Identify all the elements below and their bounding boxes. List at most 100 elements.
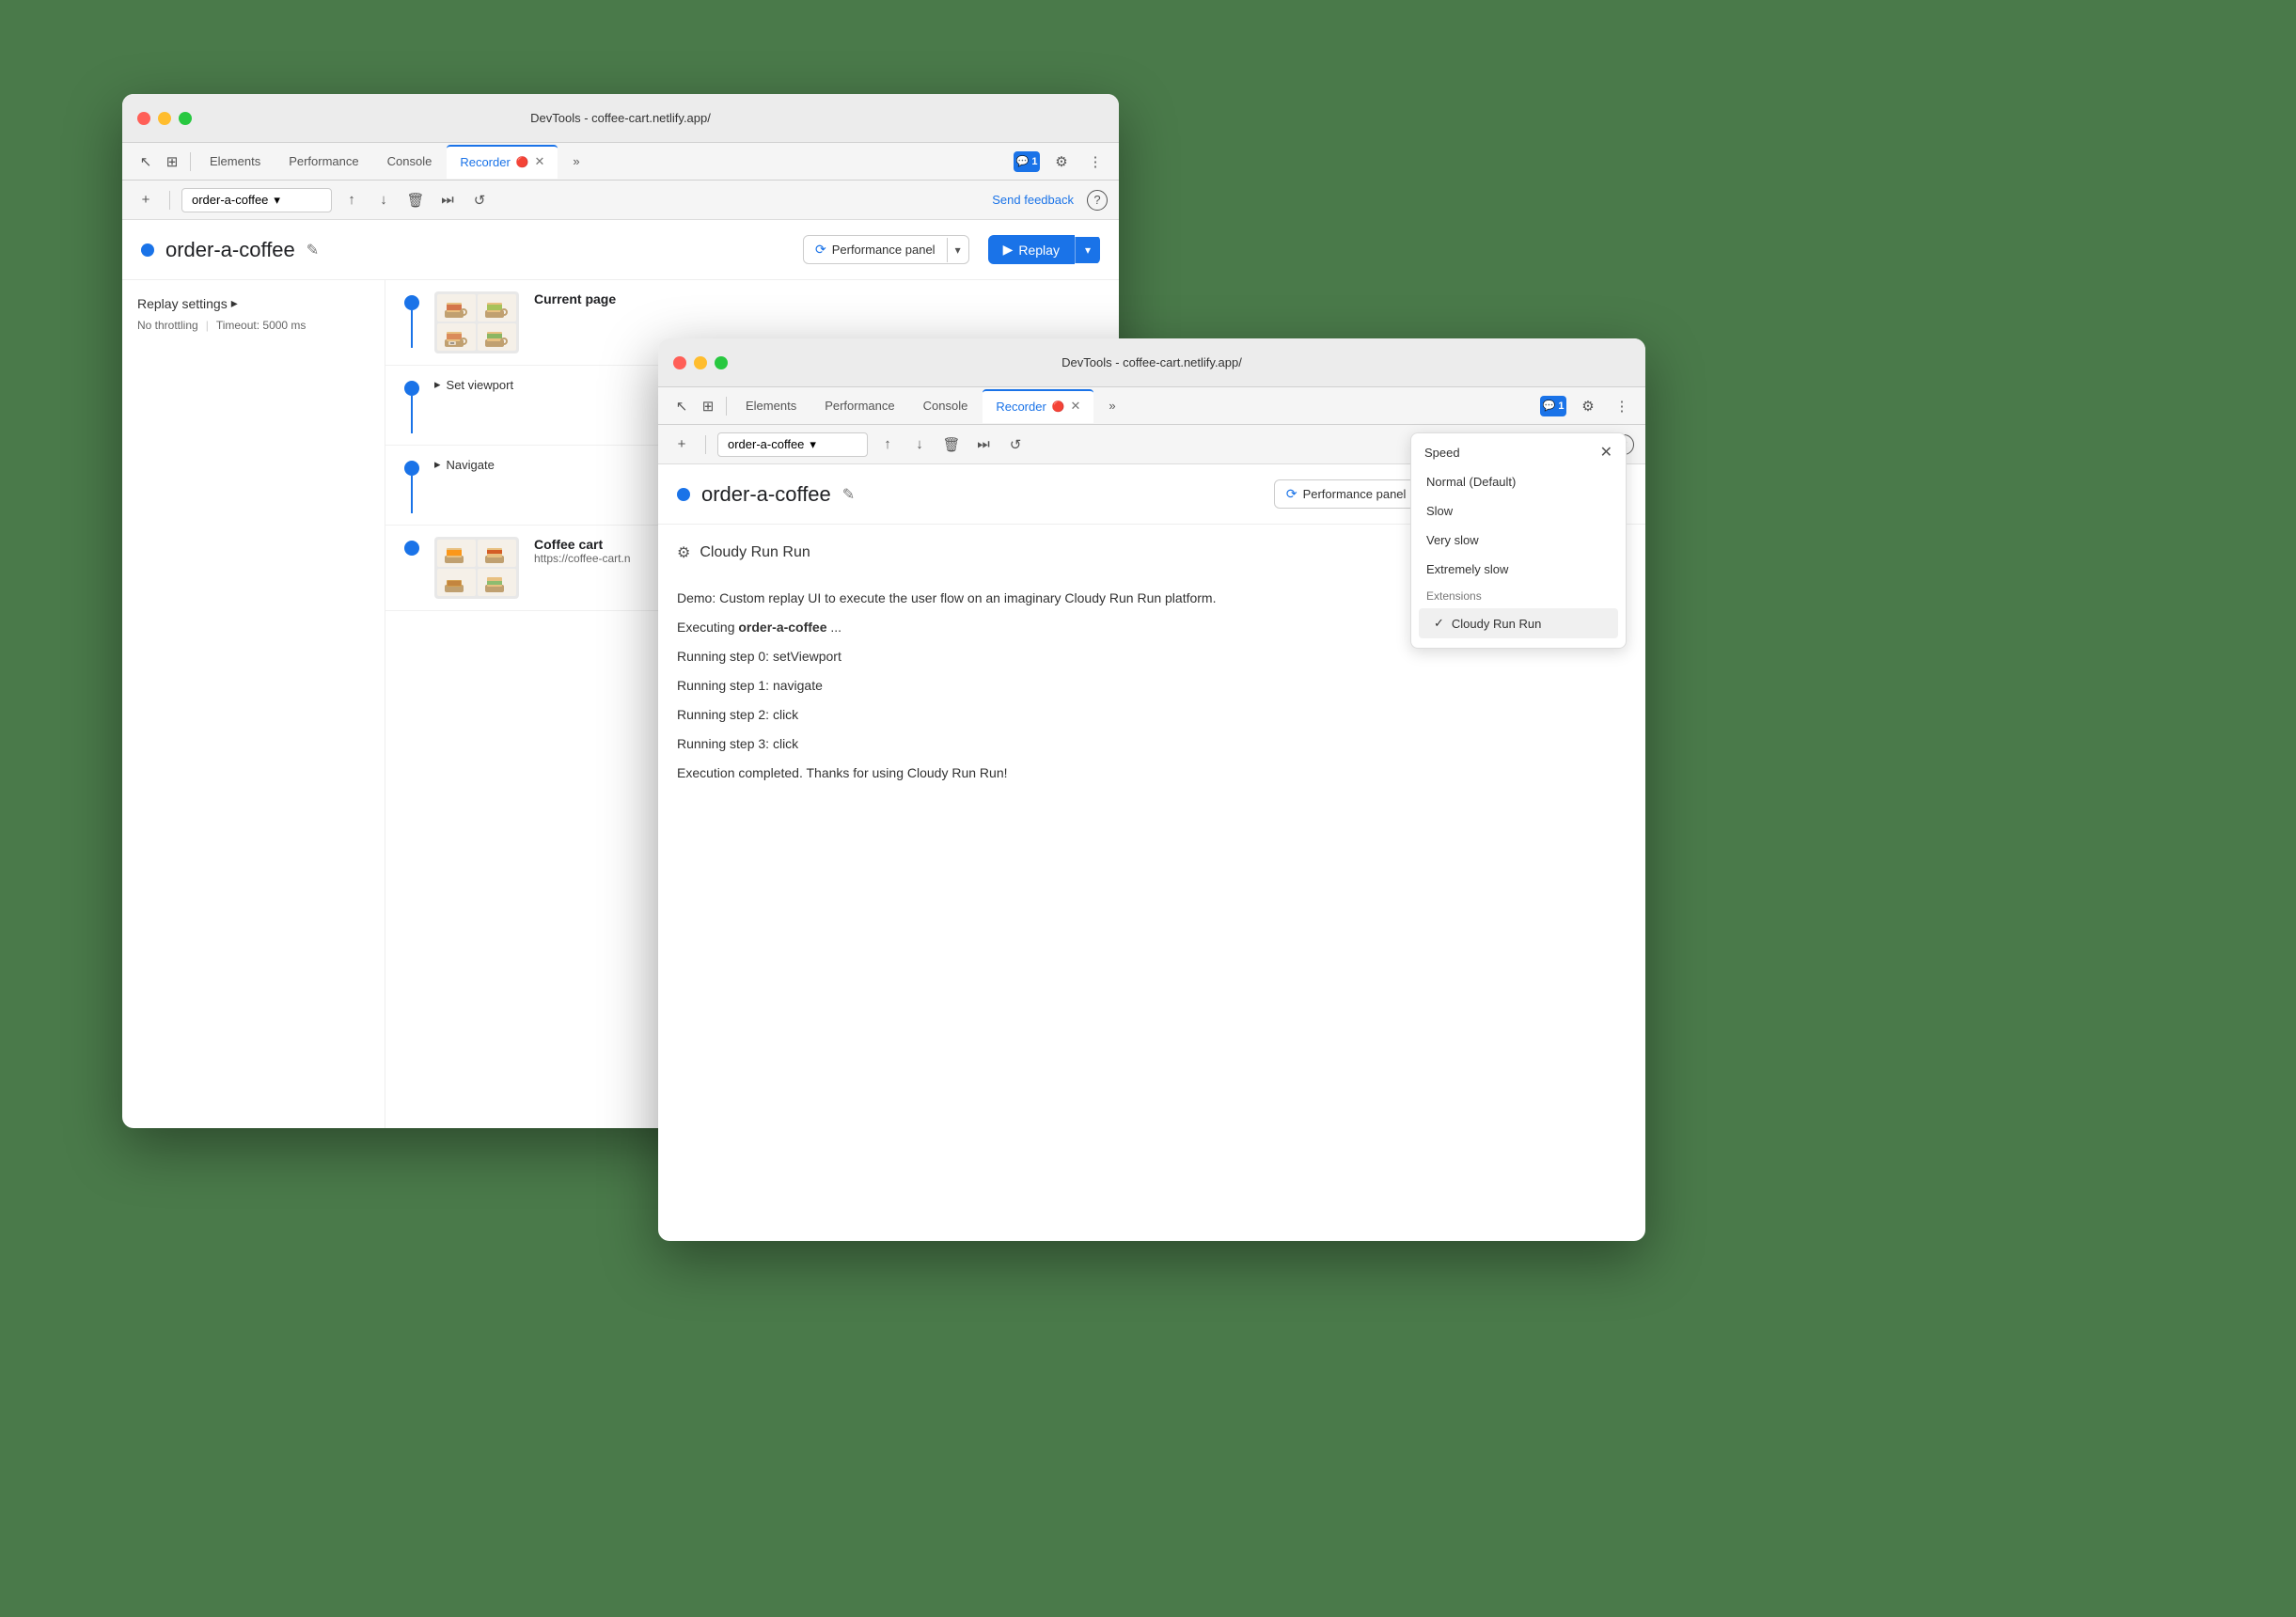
chat-badge-2[interactable]: 💬 1	[1540, 396, 1566, 416]
speed-dropdown-header: Speed ✕	[1411, 433, 1626, 467]
edit-icon-1[interactable]: ✎	[307, 241, 319, 259]
output-completed: Execution completed. Thanks for using Cl…	[677, 763, 1627, 783]
minimize-button-2[interactable]	[694, 356, 707, 369]
window-controls-2	[673, 356, 728, 369]
more-icon-1[interactable]: ⋮	[1083, 149, 1108, 174]
step-thumbnail-2	[434, 537, 519, 599]
refresh-btn-1[interactable]: ↺	[467, 188, 492, 212]
gear-icon-cloudy: ⚙	[677, 543, 690, 562]
titlebar-2: DevTools - coffee-cart.netlify.app/	[658, 338, 1645, 387]
new-recording-btn[interactable]: +	[134, 188, 158, 212]
executing-bold: order-a-coffee	[738, 620, 826, 635]
tab-recorder-2[interactable]: Recorder 🔴 ✕	[983, 389, 1093, 423]
replay-btn-group-1: ▶ Replay ▾	[988, 235, 1100, 264]
output-step1: Running step 1: navigate	[677, 676, 1627, 696]
performance-panel-btn-1[interactable]: ⟳ Performance panel ▾	[803, 235, 969, 264]
output-step3: Running step 3: click	[677, 734, 1627, 754]
check-icon: ✓	[1434, 616, 1444, 631]
toolbar-row-1: + order-a-coffee ▾ ↑ ↓ 🗑 ⏭ ↺ Send feedba…	[122, 181, 1119, 220]
recording-header-1: order-a-coffee ✎ ⟳ Performance panel ▾ ▶…	[122, 220, 1119, 280]
tab-performance-2[interactable]: Performance	[811, 389, 907, 423]
step-dot-2	[404, 381, 419, 396]
pointer-tool[interactable]: ↖	[134, 149, 158, 174]
dropdown-arrow-1: ▾	[274, 193, 280, 208]
recording-name-text-1: order-a-coffee	[192, 193, 268, 207]
import-btn-1[interactable]: ↓	[371, 188, 396, 212]
step-over-btn-2[interactable]: ⏭	[971, 432, 996, 457]
edit-icon-2[interactable]: ✎	[842, 485, 855, 504]
tab-more-1[interactable]: »	[559, 145, 592, 179]
tab-console-1[interactable]: Console	[374, 145, 446, 179]
speed-dropdown: Speed ✕ Normal (Default) Slow Very slow …	[1410, 432, 1627, 649]
export-btn-1[interactable]: ↑	[339, 188, 364, 212]
recording-title-2: order-a-coffee	[701, 482, 831, 507]
speed-extensions-label: Extensions	[1411, 584, 1626, 606]
recording-name-text-2: order-a-coffee	[728, 437, 804, 451]
sidebar-1: Replay settings ▸ No throttling | Timeou…	[122, 280, 385, 1128]
output-step0: Running step 0: setViewport	[677, 647, 1627, 667]
titlebar-1: DevTools - coffee-cart.netlify.app/	[122, 94, 1119, 143]
replay-settings-header: Replay settings ▸	[137, 295, 370, 311]
close-button[interactable]	[137, 112, 150, 125]
titlebar-title-1: DevTools - coffee-cart.netlify.app/	[530, 111, 711, 125]
settings-icon-1[interactable]: ⚙	[1049, 149, 1074, 174]
tab-performance-1[interactable]: Performance	[275, 145, 371, 179]
replay-btn-main-1[interactable]: ▶ Replay	[988, 235, 1075, 264]
settings-icon-2[interactable]: ⚙	[1576, 394, 1600, 418]
new-recording-btn-2[interactable]: +	[669, 432, 694, 457]
recording-name-dropdown-2[interactable]: order-a-coffee ▾	[717, 432, 868, 457]
step-dot-3	[404, 461, 419, 476]
maximize-button-2[interactable]	[715, 356, 728, 369]
speed-slow[interactable]: Slow	[1411, 496, 1626, 526]
recording-dot-2	[677, 488, 690, 501]
refresh-btn-2[interactable]: ↺	[1003, 432, 1028, 457]
speed-normal[interactable]: Normal (Default)	[1411, 467, 1626, 496]
recording-title-1: order-a-coffee	[165, 238, 295, 262]
toolbar-sep-2	[705, 435, 706, 454]
send-feedback-link-1[interactable]: Send feedback	[992, 193, 1074, 207]
tab-console-2[interactable]: Console	[910, 389, 982, 423]
step-dot-4	[404, 541, 419, 556]
step-over-btn-1[interactable]: ⏭	[435, 188, 460, 212]
speed-dropdown-title: Speed	[1424, 446, 1460, 460]
tab-sep-2	[726, 397, 727, 416]
devtools-window-2: DevTools - coffee-cart.netlify.app/ ↖ ⊞ …	[658, 338, 1645, 1241]
tab-elements-1[interactable]: Elements	[197, 145, 274, 179]
chat-badge-1[interactable]: 💬 1	[1014, 151, 1040, 172]
import-btn-2[interactable]: ↓	[907, 432, 932, 457]
step-dot-1	[404, 295, 419, 310]
device-mode[interactable]: ⊞	[160, 149, 184, 174]
recording-dot-1	[141, 243, 154, 257]
titlebar-title-2: DevTools - coffee-cart.netlify.app/	[1062, 355, 1242, 369]
cloudy-title: Cloudy Run Run	[700, 544, 810, 561]
delete-btn-1[interactable]: 🗑	[403, 188, 428, 212]
speed-dropdown-close[interactable]: ✕	[1600, 443, 1612, 462]
recording-name-dropdown-1[interactable]: order-a-coffee ▾	[181, 188, 332, 212]
minimize-button[interactable]	[158, 112, 171, 125]
speed-extension-cloudy[interactable]: ✓ Cloudy Run Run	[1419, 608, 1618, 638]
speed-very-slow[interactable]: Very slow	[1411, 526, 1626, 555]
export-btn-2[interactable]: ↑	[875, 432, 900, 457]
output-step2: Running step 2: click	[677, 705, 1627, 725]
delete-btn-2[interactable]: 🗑	[939, 432, 964, 457]
tab-more-2[interactable]: »	[1095, 389, 1128, 423]
tab-elements-2[interactable]: Elements	[732, 389, 810, 423]
close-button-2[interactable]	[673, 356, 686, 369]
pointer-tool-2[interactable]: ↖	[669, 394, 694, 418]
replay-settings-info: No throttling | Timeout: 5000 ms	[137, 319, 370, 332]
panel-btn-main-2[interactable]: ⟳ Performance panel	[1275, 480, 1418, 508]
replay-btn-arrow-1[interactable]: ▾	[1075, 237, 1100, 263]
tab-recorder-1[interactable]: Recorder 🔴 ✕	[447, 145, 558, 179]
step-thumbnail-1	[434, 291, 519, 353]
tab-separator	[190, 152, 191, 171]
step-info-current-page: Current page	[534, 291, 1100, 306]
speed-extremely-slow[interactable]: Extremely slow	[1411, 555, 1626, 584]
toolbar-sep-1	[169, 191, 170, 210]
device-mode-2[interactable]: ⊞	[696, 394, 720, 418]
tab-icons-right-2: 💬 1 ⚙ ⋮	[1540, 394, 1634, 418]
panel-btn-arrow-1[interactable]: ▾	[947, 238, 968, 262]
more-icon-2[interactable]: ⋮	[1610, 394, 1634, 418]
panel-btn-main-1[interactable]: ⟳ Performance panel	[804, 236, 947, 263]
help-btn-1[interactable]: ?	[1087, 190, 1108, 211]
maximize-button[interactable]	[179, 112, 192, 125]
